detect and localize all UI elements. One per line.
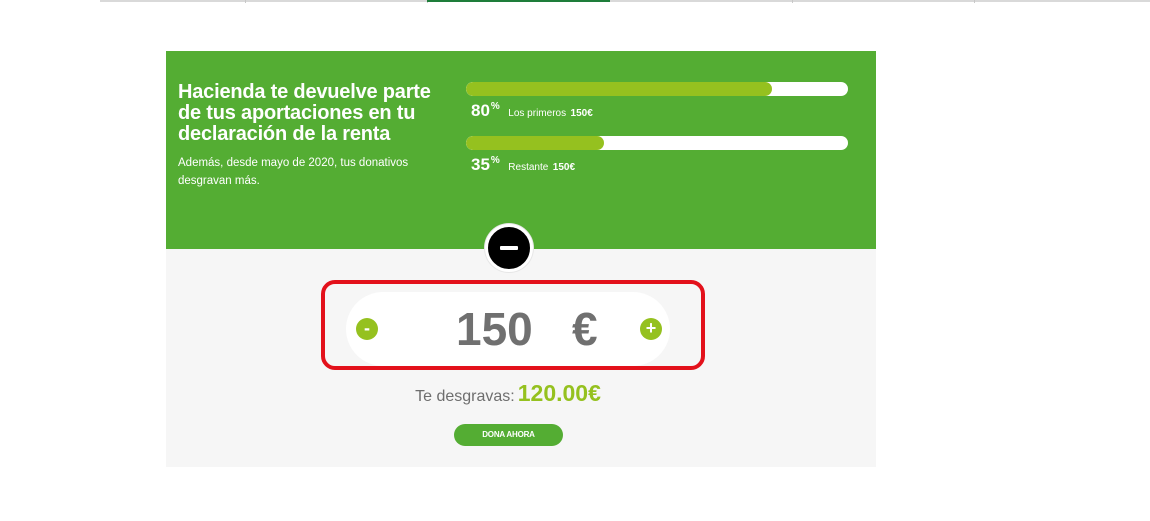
- tier-label: Restante: [508, 162, 549, 173]
- donate-now-button[interactable]: DONA AHORA: [454, 424, 563, 446]
- percent-symbol: %: [490, 155, 500, 166]
- nav-separator: [792, 0, 793, 3]
- progress-fill: [466, 136, 604, 150]
- tax-saving-label: Te desgravas:: [415, 388, 515, 405]
- decrement-button[interactable]: -: [356, 318, 378, 340]
- percent-symbol: %: [490, 101, 500, 112]
- progress-bar-first-tier: [466, 82, 848, 96]
- banner-subtitle: Además, desde mayo de 2020, tus donativo…: [178, 157, 409, 187]
- tier-percent: 35: [471, 155, 490, 174]
- tax-saving-line: Te desgravas: 120.00€: [0, 380, 1016, 407]
- tax-benefit-banner: Hacienda te devuelve parte de tus aporta…: [166, 51, 876, 249]
- tax-saving-value: 120.00€: [517, 380, 601, 406]
- increment-button[interactable]: +: [640, 318, 662, 340]
- tier-amount: 150€: [552, 162, 576, 173]
- currency-symbol: €: [572, 303, 598, 355]
- progress-fill: [466, 82, 772, 96]
- tier-label: Los primeros: [508, 108, 567, 119]
- tier-amount: 150€: [570, 108, 593, 119]
- banner-title: Hacienda te devuelve parte de tus aporta…: [178, 81, 431, 145]
- nav-separator: [974, 0, 975, 3]
- donation-amount-stepper[interactable]: - 150 € +: [346, 292, 670, 366]
- minus-icon: [500, 246, 518, 250]
- progress-bar-remaining-tier: [466, 136, 848, 150]
- top-navigation: [100, 0, 1150, 3]
- tier-first-text: 80% Los primeros 150€: [471, 101, 593, 121]
- tier-percent: 80: [471, 101, 490, 120]
- nav-tab-active[interactable]: [427, 0, 610, 2]
- tier-remaining-text: 35% Restante 150€: [471, 155, 575, 175]
- collapse-toggle-button[interactable]: [485, 224, 533, 272]
- donation-amount-value[interactable]: 150: [456, 303, 533, 355]
- nav-separator: [245, 0, 246, 3]
